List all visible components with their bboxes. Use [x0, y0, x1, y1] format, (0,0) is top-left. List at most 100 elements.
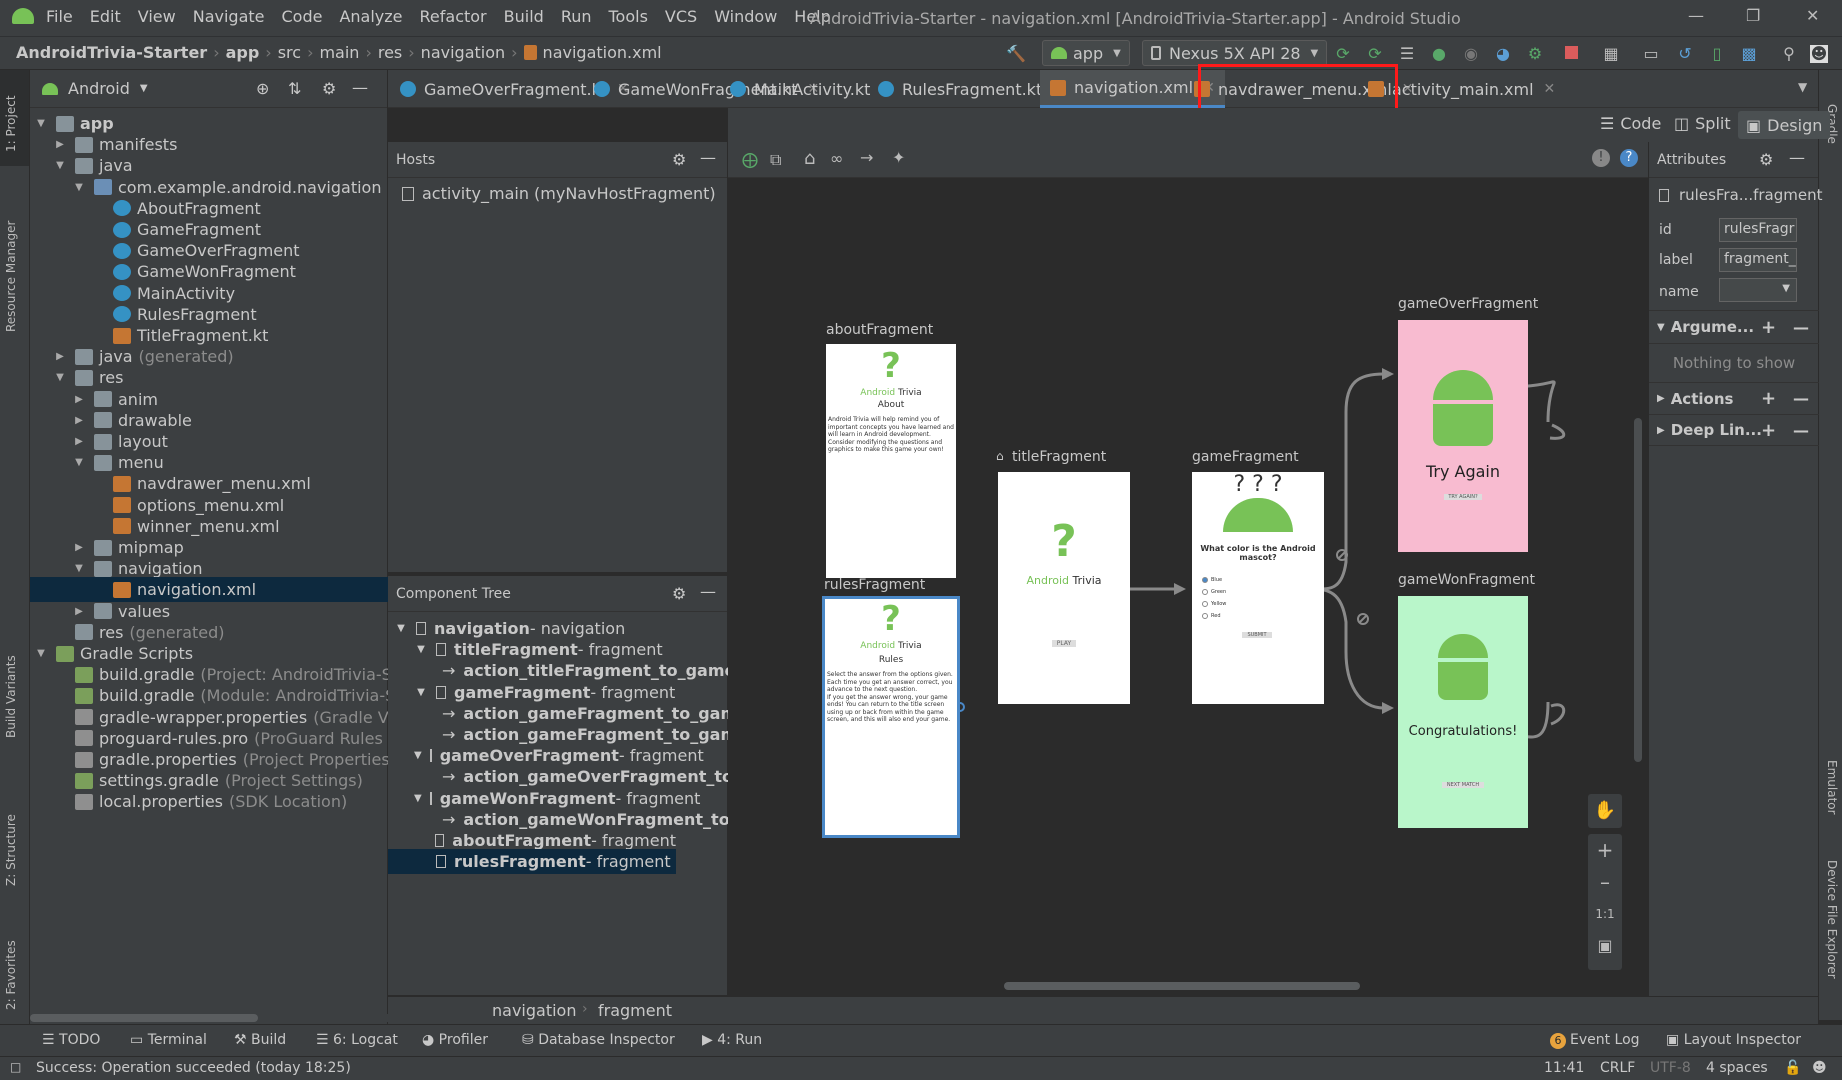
menu-run[interactable]: Run — [561, 7, 592, 26]
device-manager-icon[interactable]: ▯ — [1708, 45, 1726, 63]
chevron-down-icon[interactable]: ▼ — [72, 182, 86, 193]
horizontal-scrollbar[interactable] — [1004, 982, 1360, 990]
hide-panel-icon[interactable]: — — [1789, 148, 1805, 167]
arguments-section[interactable]: ▼ Argume... + — — [1649, 310, 1819, 344]
chevron-down-icon[interactable]: ▼ — [53, 160, 67, 171]
gear-icon[interactable]: ⚙ — [672, 150, 686, 169]
component-tree-item[interactable]: rulesFragment - fragment — [388, 849, 676, 875]
menu-navigate[interactable]: Navigate — [193, 7, 265, 26]
event-log-tool[interactable]: 6 Event Log — [1550, 1032, 1640, 1049]
add-action-icon[interactable]: → — [860, 148, 873, 167]
chevron-down-icon[interactable]: ▼ — [53, 372, 67, 383]
device-dropdown[interactable]: Nexus 5X API 28 ▼ — [1142, 40, 1328, 66]
tab-list-icon[interactable]: ▼ — [1798, 80, 1807, 94]
hide-panel-icon[interactable]: — — [700, 148, 716, 167]
favorites-tab-label[interactable]: 2: Favorites — [4, 940, 18, 1010]
editor-tab[interactable]: RulesFragment.kt✕ — [878, 70, 1064, 108]
menu-code[interactable]: Code — [282, 7, 323, 26]
layout-inspector-tool[interactable]: ▣ Layout Inspector — [1666, 1032, 1801, 1048]
locate-icon[interactable]: ⊕ — [256, 79, 269, 98]
search-icon[interactable]: ⚲ — [1780, 45, 1798, 63]
chevron-down-icon[interactable]: ▼ — [414, 750, 422, 761]
profile-icon[interactable]: ◕ — [1494, 45, 1512, 63]
split-view-button[interactable]: ◫ Split — [1674, 114, 1731, 133]
crumb-fragment[interactable]: fragment — [598, 1001, 672, 1020]
gameover-fragment-preview[interactable]: Try Again TRY AGAIN? — [1398, 320, 1528, 552]
editor-tab[interactable]: activity_main.xml ✕ — [1368, 70, 1555, 108]
device-file-explorer-tab-label[interactable]: Device File Explorer — [1825, 860, 1839, 979]
restore-button[interactable]: ❐ — [1746, 6, 1760, 25]
chevron-right-icon[interactable]: ▶ — [72, 606, 86, 617]
avd-manager-icon[interactable]: ▭ — [1642, 45, 1660, 63]
inspector-icon[interactable]: ☻ — [1812, 1060, 1827, 1076]
hide-panel-icon[interactable]: — — [700, 582, 716, 601]
gear-icon[interactable]: ⚙ — [672, 584, 686, 603]
emulator-tab-label[interactable]: Emulator — [1825, 760, 1839, 815]
host-item[interactable]: activity_main (myNavHostFragment) — [402, 184, 716, 203]
project-structure-icon[interactable]: ▦ — [1602, 45, 1620, 63]
breadcrumb-item[interactable]: app — [226, 43, 260, 62]
zoom-actual-size-button[interactable]: 1:1 — [1588, 898, 1622, 930]
title-fragment-preview[interactable]: ? Android Trivia PLAY — [998, 472, 1130, 704]
chevron-down-icon[interactable]: ▼ — [34, 118, 48, 129]
breadcrumb-item[interactable]: AndroidTrivia-Starter — [16, 43, 207, 62]
chevron-down-icon[interactable]: ▼ — [414, 644, 428, 655]
profiler-tool[interactable]: ◕ Profiler — [422, 1032, 488, 1048]
menu-file[interactable]: File — [46, 7, 73, 26]
add-icon[interactable]: + — [1761, 317, 1776, 338]
project-tab-label[interactable]: 1: Project — [4, 95, 18, 152]
run-config-dropdown[interactable]: app ▼ — [1042, 40, 1130, 66]
minimize-button[interactable]: — — [1688, 6, 1704, 25]
id-field[interactable]: rulesFragr — [1719, 218, 1797, 242]
build-variants-tab-label[interactable]: Build Variants — [4, 655, 18, 738]
database-inspector-tool[interactable]: ⛁ Database Inspector — [522, 1032, 675, 1048]
label-field[interactable]: fragment_ — [1719, 248, 1797, 272]
menu-window[interactable]: Window — [714, 7, 777, 26]
todo-tool[interactable]: ☰ TODO — [42, 1032, 100, 1048]
chevron-down-icon[interactable]: ▼ — [140, 83, 148, 94]
resource-manager-tab-label[interactable]: Resource Manager — [4, 221, 18, 332]
build-hammer-icon[interactable]: 🔨 — [1006, 45, 1026, 63]
deep-links-section[interactable]: ▶ Deep Lin... + — — [1649, 414, 1819, 446]
project-view-dropdown[interactable]: Android — [68, 79, 130, 98]
close-window-button[interactable]: ✕ — [1806, 6, 1819, 25]
chevron-right-icon[interactable]: ▶ — [72, 542, 86, 553]
rules-fragment-preview[interactable]: ? Android Trivia Rules Select the answer… — [822, 596, 960, 838]
debug-icon[interactable]: ● — [1430, 45, 1448, 63]
breadcrumb-item[interactable]: src — [278, 43, 301, 62]
breadcrumb-item[interactable]: navigation — [421, 43, 505, 62]
name-dropdown[interactable]: ▼ — [1719, 278, 1797, 302]
gear-icon[interactable]: ⚙ — [322, 79, 336, 98]
code-view-button[interactable]: ☰ Code — [1600, 114, 1661, 133]
chevron-down-icon[interactable]: ▼ — [72, 563, 86, 574]
menu-build[interactable]: Build — [504, 7, 544, 26]
actions-section[interactable]: ▶ Actions + — — [1649, 382, 1819, 414]
close-tab-icon[interactable]: ✕ — [1544, 81, 1556, 97]
breadcrumb-item[interactable]: main — [319, 43, 359, 62]
breadcrumb-item[interactable]: res — [378, 43, 402, 62]
indent-setting[interactable]: 4 spaces — [1706, 1060, 1768, 1076]
crumb-navigation[interactable]: navigation — [492, 1001, 576, 1020]
apply-code-changes-icon[interactable]: ⟳ — [1366, 45, 1384, 63]
remove-icon[interactable]: — — [1793, 389, 1809, 408]
account-icon[interactable]: ☻ — [1810, 45, 1828, 63]
chevron-down-icon[interactable]: ▼ — [414, 687, 428, 698]
gear-icon[interactable]: ⚙ — [1759, 150, 1773, 169]
attach-debugger-icon[interactable]: ⚙ — [1526, 45, 1544, 63]
menu-refactor[interactable]: Refactor — [420, 7, 487, 26]
menu-vcs[interactable]: VCS — [665, 7, 697, 26]
breadcrumb-item[interactable]: navigation.xml — [543, 43, 662, 62]
zoom-in-button[interactable]: + — [1588, 834, 1622, 866]
menu-analyze[interactable]: Analyze — [339, 7, 402, 26]
sync-gradle-icon[interactable]: ↺ — [1676, 45, 1694, 63]
game-fragment-preview[interactable]: ? ? ? What color is the Android mascot? … — [1192, 472, 1324, 704]
chevron-down-icon[interactable]: ▼ — [414, 793, 422, 804]
stop-icon[interactable] — [1562, 45, 1580, 63]
auto-arrange-icon[interactable]: ✦ — [892, 148, 905, 167]
menu-tools[interactable]: Tools — [609, 7, 648, 26]
chevron-down-icon[interactable]: ▼ — [72, 457, 86, 468]
new-destination-icon[interactable]: ⨁ — [742, 150, 758, 169]
status-icon[interactable]: □ — [10, 1060, 21, 1074]
collapse-all-icon[interactable]: ⇅ — [288, 79, 301, 98]
zoom-to-fit-button[interactable]: ▣ — [1588, 930, 1622, 962]
